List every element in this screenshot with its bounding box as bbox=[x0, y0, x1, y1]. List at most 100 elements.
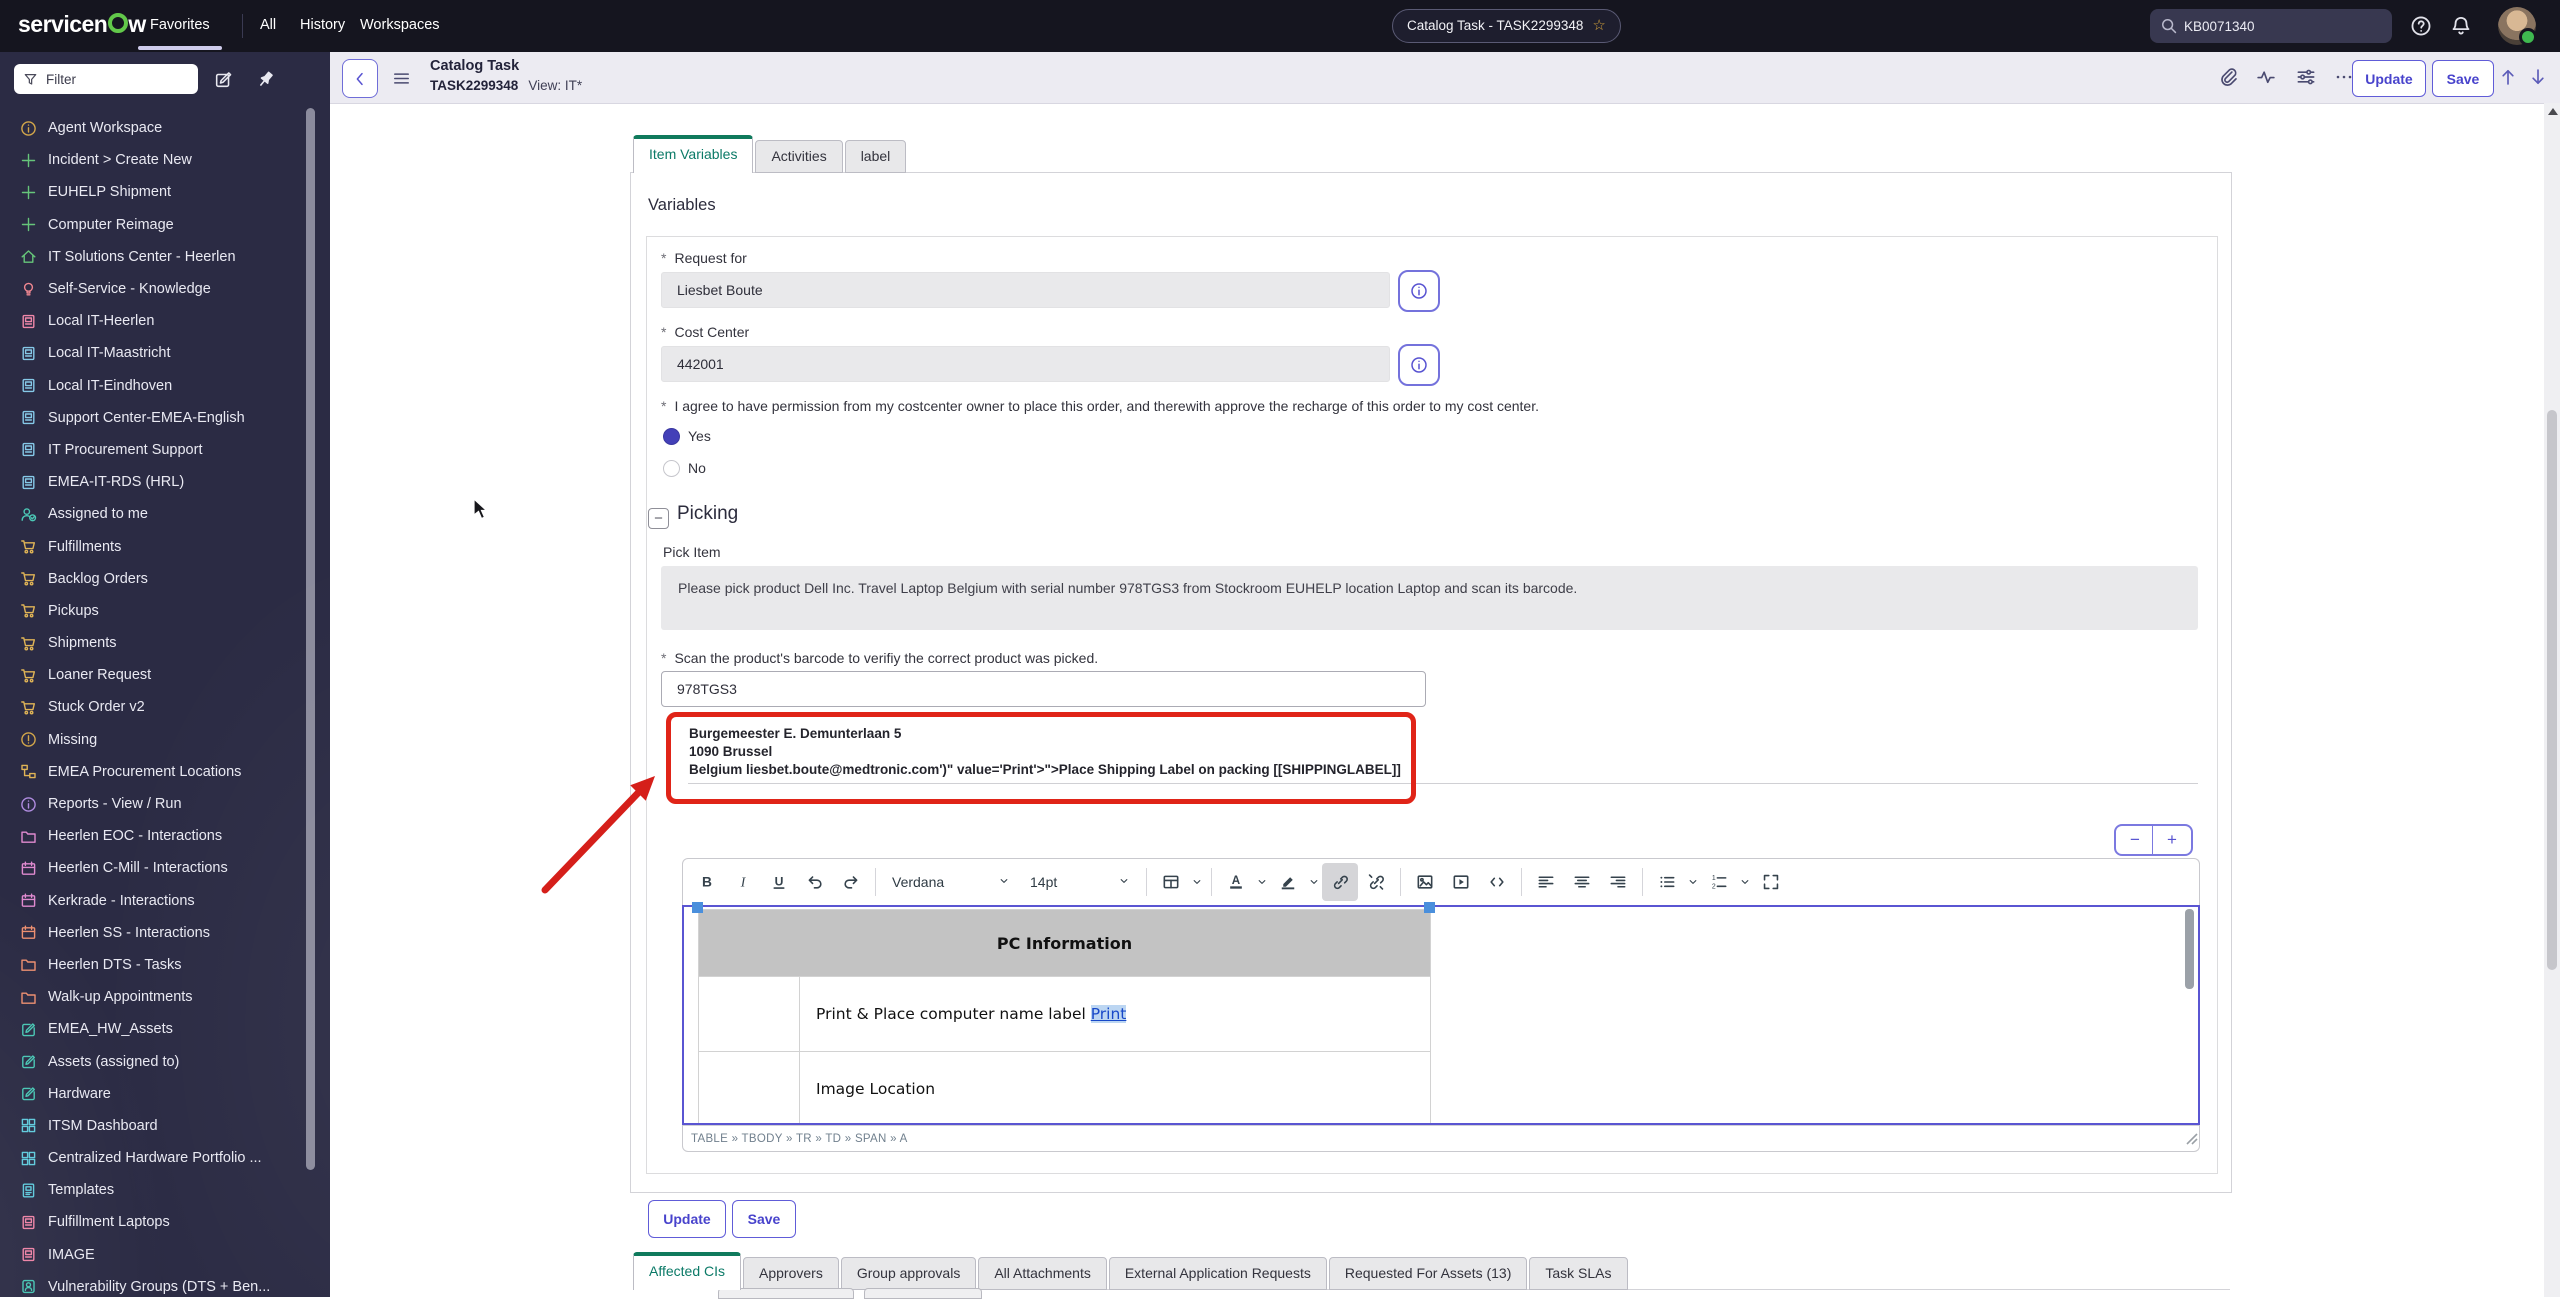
sidebar-item[interactable]: Fulfillments bbox=[0, 530, 312, 562]
search-input[interactable]: KB0071340 bbox=[2184, 19, 2255, 34]
sidebar-item[interactable]: Heerlen DTS - Tasks bbox=[0, 949, 312, 981]
size-select[interactable]: 14pt bbox=[1020, 863, 1140, 901]
chevron-down-icon[interactable] bbox=[1306, 863, 1322, 901]
tab-affected-cis[interactable]: Affected CIs bbox=[633, 1252, 741, 1290]
editor-zoom-in-button[interactable]: + bbox=[2152, 824, 2193, 856]
sidebar-item[interactable]: Stuck Order v2 bbox=[0, 691, 312, 723]
chevron-down-icon[interactable] bbox=[1254, 863, 1270, 901]
align-center-button[interactable] bbox=[1564, 863, 1600, 901]
sidebar-item[interactable]: Reports - View / Run bbox=[0, 788, 312, 820]
link-button[interactable] bbox=[1322, 863, 1358, 901]
table-button[interactable] bbox=[1153, 863, 1189, 901]
underline-button[interactable]: U bbox=[761, 863, 797, 901]
table-resize-handle-right[interactable] bbox=[1424, 902, 1435, 913]
table-empty-cell[interactable] bbox=[699, 977, 800, 1052]
servicenow-logo[interactable]: servicenw bbox=[18, 11, 146, 38]
align-right-button[interactable] bbox=[1600, 863, 1636, 901]
save-button-bottom[interactable]: Save bbox=[732, 1200, 796, 1238]
save-button[interactable]: Save bbox=[2432, 60, 2494, 97]
font-select[interactable]: Verdana bbox=[882, 863, 1020, 901]
bullet-list-button[interactable] bbox=[1649, 863, 1685, 901]
previous-record-icon[interactable] bbox=[2498, 67, 2518, 87]
sidebar-item[interactable]: Local IT-Maastricht bbox=[0, 337, 312, 369]
sidebar-item[interactable]: Vulnerability Groups (DTS + Ben... bbox=[0, 1271, 312, 1297]
radio-no[interactable] bbox=[663, 460, 680, 477]
fullscreen-button[interactable] bbox=[1753, 863, 1789, 901]
cost-center-field[interactable]: 442001 bbox=[661, 346, 1390, 382]
sidebar-item[interactable]: Heerlen SS - Interactions bbox=[0, 917, 312, 949]
sidebar-item[interactable]: Support Center-EMEA-English bbox=[0, 402, 312, 434]
tab-requested-for-assets-13-[interactable]: Requested For Assets (13) bbox=[1329, 1257, 1528, 1290]
cost-center-info-button[interactable] bbox=[1398, 344, 1440, 386]
sidebar-item[interactable]: Local IT-Eindhoven bbox=[0, 370, 312, 402]
update-button[interactable]: Update bbox=[2352, 60, 2426, 97]
menu-workspaces[interactable]: Workspaces bbox=[360, 17, 440, 33]
print-link[interactable]: Print bbox=[1091, 1005, 1127, 1023]
notifications-icon[interactable] bbox=[2450, 15, 2472, 37]
pin-sidebar-icon[interactable] bbox=[256, 70, 275, 89]
redo-button[interactable] bbox=[833, 863, 869, 901]
sidebar-item[interactable]: Hardware bbox=[0, 1078, 312, 1110]
code-button[interactable] bbox=[1479, 863, 1515, 901]
attachment-icon[interactable] bbox=[2218, 67, 2238, 87]
tab-group-approvals[interactable]: Group approvals bbox=[841, 1257, 977, 1290]
form-context-menu-icon[interactable] bbox=[392, 69, 411, 88]
tab-task-slas[interactable]: Task SLAs bbox=[1529, 1257, 1627, 1290]
tab-favorites[interactable]: Favorites bbox=[150, 17, 210, 33]
sidebar-item[interactable]: Pickups bbox=[0, 595, 312, 627]
sidebar-filter[interactable]: Filter bbox=[14, 64, 198, 94]
undo-button[interactable] bbox=[797, 863, 833, 901]
sidebar-item[interactable]: Local IT-Heerlen bbox=[0, 305, 312, 337]
sidebar-item[interactable]: Kerkrade - Interactions bbox=[0, 885, 312, 917]
sidebar-item[interactable]: Incident > Create New bbox=[0, 144, 312, 176]
table-row2-cell[interactable]: Image Location bbox=[800, 1052, 1431, 1126]
scroll-up-arrow[interactable] bbox=[2548, 108, 2558, 115]
tab-external-application-requests[interactable]: External Application Requests bbox=[1109, 1257, 1327, 1290]
view-label[interactable]: View: IT* bbox=[528, 78, 582, 93]
menu-history[interactable]: History bbox=[300, 17, 345, 33]
related-list-control-cutoff[interactable] bbox=[864, 1288, 982, 1299]
sidebar-item[interactable]: ITSM Dashboard bbox=[0, 1110, 312, 1142]
sidebar-item[interactable]: IT Solutions Center - Heerlen bbox=[0, 241, 312, 273]
update-button-bottom[interactable]: Update bbox=[648, 1200, 726, 1238]
sidebar-item[interactable]: Heerlen C-Mill - Interactions bbox=[0, 852, 312, 884]
avatar[interactable] bbox=[2498, 7, 2536, 45]
sidebar-item[interactable]: Loaner Request bbox=[0, 659, 312, 691]
record-title-pill[interactable]: Catalog Task - TASK2299348☆ bbox=[1392, 9, 1621, 43]
sidebar-item[interactable]: Assigned to me bbox=[0, 498, 312, 530]
page-scrollbar-thumb[interactable] bbox=[2547, 410, 2557, 970]
request-for-info-button[interactable] bbox=[1398, 270, 1440, 312]
editor-table[interactable]: PC Information Print & Place computer na… bbox=[698, 909, 1431, 1125]
barcode-input[interactable]: 978TGS3 bbox=[661, 671, 1426, 707]
image-button[interactable] bbox=[1407, 863, 1443, 901]
sidebar-scrollbar[interactable] bbox=[306, 108, 315, 1170]
chevron-down-icon[interactable] bbox=[1737, 863, 1753, 901]
text-color-button[interactable]: A bbox=[1218, 863, 1254, 901]
sidebar-item[interactable]: EMEA Procurement Locations bbox=[0, 756, 312, 788]
help-icon[interactable] bbox=[2410, 15, 2432, 37]
sidebar-item[interactable]: Missing bbox=[0, 724, 312, 756]
table-header-cell[interactable]: PC Information bbox=[699, 910, 1431, 977]
sidebar-item[interactable]: Assets (assigned to) bbox=[0, 1045, 312, 1077]
menu-all[interactable]: All bbox=[260, 17, 276, 33]
italic-button[interactable]: I bbox=[725, 863, 761, 901]
sidebar-item[interactable]: IT Procurement Support bbox=[0, 434, 312, 466]
editor-content[interactable]: PC Information Print & Place computer na… bbox=[682, 905, 2200, 1125]
sidebar-item[interactable]: EMEA-IT-RDS (HRL) bbox=[0, 466, 312, 498]
sidebar-item[interactable]: Fulfillment Laptops bbox=[0, 1206, 312, 1238]
sidebar-item[interactable]: EMEA_HW_Assets bbox=[0, 1013, 312, 1045]
tab-item-variables[interactable]: Item Variables bbox=[633, 135, 753, 173]
radio-yes[interactable] bbox=[663, 428, 680, 445]
editor-scrollbar-thumb[interactable] bbox=[2185, 909, 2194, 989]
chevron-down-icon[interactable] bbox=[1189, 863, 1205, 901]
sidebar-item[interactable]: Heerlen EOC - Interactions bbox=[0, 820, 312, 852]
sidebar-item[interactable]: IMAGE bbox=[0, 1239, 312, 1271]
tab-label[interactable]: label bbox=[845, 140, 907, 173]
next-record-icon[interactable] bbox=[2528, 67, 2548, 87]
request-for-field[interactable]: Liesbet Boute bbox=[661, 272, 1390, 308]
edit-favorites-icon[interactable] bbox=[214, 70, 233, 89]
sidebar-item[interactable]: Computer Reimage bbox=[0, 209, 312, 241]
highlight-button[interactable] bbox=[1270, 863, 1306, 901]
align-left-button[interactable] bbox=[1528, 863, 1564, 901]
video-button[interactable] bbox=[1443, 863, 1479, 901]
